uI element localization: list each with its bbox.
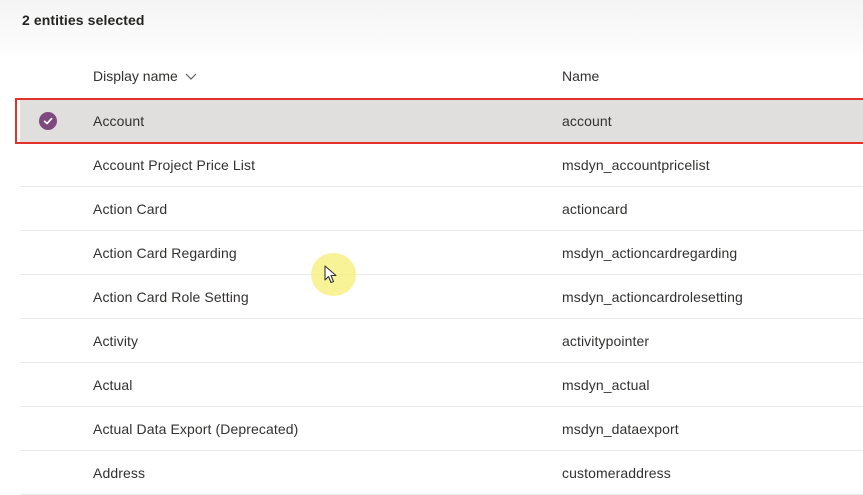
row-select-checkbox[interactable] <box>39 244 57 262</box>
cell-display-name: Actual Data Export (Deprecated) <box>93 420 299 437</box>
table-row[interactable]: Address customeraddress <box>20 451 863 495</box>
table-row[interactable]: Action Card Regarding msdyn_actioncardreg… <box>20 231 863 275</box>
table-row[interactable]: Action Card actioncard <box>20 187 863 231</box>
cell-display-name: Account Project Price List <box>93 156 256 173</box>
cell-name: msdyn_actioncardregarding <box>562 244 738 261</box>
cell-name: msdyn_actioncardrolesetting <box>562 288 743 305</box>
row-select-checkbox[interactable] <box>39 200 57 218</box>
table-row[interactable]: Action Card Role Setting msdyn_actioncard… <box>20 275 863 319</box>
cell-display-name: Actual <box>93 376 133 393</box>
column-header-display-name[interactable]: Display name <box>93 68 198 84</box>
table-row[interactable]: Actual msdyn_actual <box>20 363 863 407</box>
table-row[interactable]: Account account <box>15 98 863 144</box>
table-row[interactable]: Activity activitypointer <box>20 319 863 363</box>
row-select-checkbox[interactable] <box>39 156 57 174</box>
cell-name: account <box>562 113 612 129</box>
row-select-checkbox[interactable] <box>39 376 57 394</box>
grid-body: Account account Account Project Price List… <box>15 98 863 495</box>
cell-name: actioncard <box>562 200 628 217</box>
cell-name: activitypointer <box>562 332 650 349</box>
entities-grid: Display name Name Account account Account … <box>15 57 863 495</box>
row-select-checkbox[interactable] <box>39 332 57 350</box>
cell-name: msdyn_actual <box>562 376 650 393</box>
row-select-checkbox[interactable] <box>39 420 57 438</box>
cell-display-name: Address <box>93 464 146 481</box>
cell-name: msdyn_accountpricelist <box>562 156 710 173</box>
column-header-name-label: Name <box>562 68 600 84</box>
cell-display-name: Action Card <box>93 200 168 217</box>
checkmark-circle-icon[interactable] <box>39 112 57 130</box>
cell-display-name: Account <box>93 113 145 129</box>
table-row[interactable]: Account Project Price List msdyn_accountp… <box>20 143 863 187</box>
cell-display-name: Action Card Role Setting <box>93 288 249 305</box>
selection-count-label: 2 entities selected <box>22 12 145 28</box>
cell-display-name: Activity <box>93 332 139 349</box>
column-header-display-name-label: Display name <box>93 68 178 84</box>
cell-display-name: Action Card Regarding <box>93 244 237 261</box>
cell-name: msdyn_dataexport <box>562 420 679 437</box>
mouse-pointer-icon <box>324 265 337 284</box>
grid-header: Display name Name <box>20 57 863 99</box>
cell-name: customeraddress <box>562 464 671 481</box>
row-select-checkbox[interactable] <box>39 288 57 306</box>
chevron-down-icon <box>185 73 197 80</box>
top-bar <box>0 0 863 58</box>
row-select-checkbox[interactable] <box>39 464 57 482</box>
column-header-name[interactable]: Name <box>562 68 599 84</box>
table-row[interactable]: Actual Data Export (Deprecated) msdyn_dat… <box>20 407 863 451</box>
